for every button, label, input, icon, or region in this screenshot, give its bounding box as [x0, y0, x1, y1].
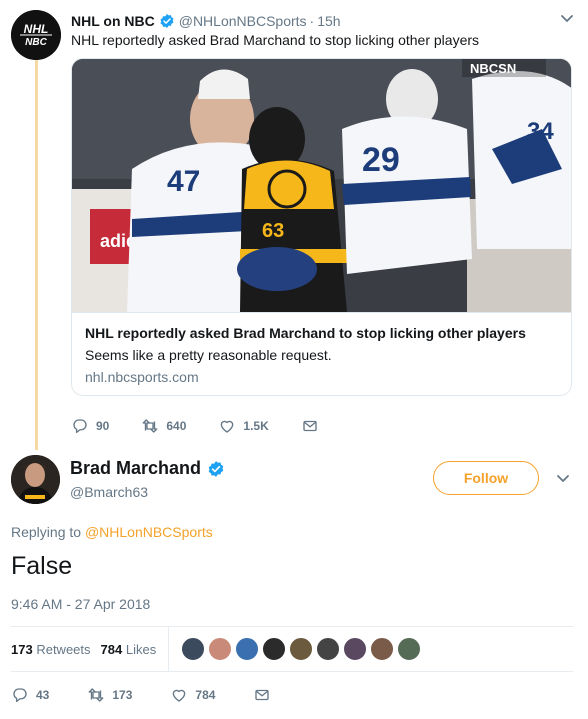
retweets-stat-count: 173	[11, 641, 33, 657]
nhl-on-nbc-avatar[interactable]: NHL NBC	[11, 10, 61, 60]
separator-dot: ·	[309, 13, 315, 29]
retweet-button[interactable]: 640	[141, 417, 186, 435]
liker-avatar[interactable]	[316, 637, 341, 661]
main-tweet-timestamp[interactable]: 9:46 AM - 27 Apr 2018	[11, 596, 150, 612]
card-title[interactable]: NHL reportedly asked Brad Marchand to st…	[85, 325, 560, 341]
chevron-down-icon[interactable]	[556, 474, 570, 484]
liker-avatar[interactable]	[397, 637, 422, 661]
brad-marchand-avatar[interactable]	[11, 455, 60, 504]
retweet-count: 173	[112, 688, 133, 702]
likes-stat-label: Likes	[125, 641, 157, 657]
verified-badge-icon	[208, 460, 224, 477]
likes-stat-count: 784	[100, 641, 123, 657]
liker-avatar[interactable]	[181, 637, 206, 661]
card-body[interactable]: NHL reportedly asked Brad Marchand to st…	[72, 312, 571, 395]
direct-message-button[interactable]	[253, 686, 278, 704]
avatar-logo-text: NHL	[24, 22, 49, 36]
parent-author-name[interactable]: NHL on NBC	[71, 13, 155, 29]
replying-to-line: Replying to @NHLonNBCSports	[11, 524, 213, 540]
card-domain: nhl.nbcsports.com	[85, 369, 199, 385]
reply-button[interactable]: 90	[71, 417, 109, 435]
liker-avatar[interactable]	[370, 637, 395, 661]
retweet-icon	[88, 688, 104, 702]
like-icon	[173, 689, 186, 702]
jersey-number-47: 47	[167, 165, 200, 198]
reply-button[interactable]: 43	[11, 686, 49, 704]
nbcsn-watermark: NBCSN	[470, 61, 516, 76]
retweets-stat[interactable]: 173 Retweets	[11, 642, 91, 657]
thread-connector-line	[35, 56, 38, 450]
parent-tweet-header: NHL on NBC @NHLonNBCSports · 15h	[71, 12, 341, 30]
liker-avatar[interactable]	[235, 637, 260, 661]
like-count: 784	[195, 688, 216, 702]
like-button[interactable]: 1.5K	[218, 417, 269, 435]
card-image: adidas 47 63 29 34 NBCSN	[72, 59, 571, 312]
like-icon	[221, 420, 234, 433]
message-icon	[303, 420, 317, 432]
liker-avatars	[181, 637, 424, 661]
like-button[interactable]: 784	[170, 686, 215, 704]
main-author-name[interactable]: Brad Marchand	[70, 458, 201, 479]
reply-icon	[13, 688, 27, 703]
retweet-icon	[142, 419, 158, 433]
main-author-name-row: Brad Marchand	[70, 458, 229, 479]
parent-tweet-actions: 90 640 1.5K	[71, 415, 358, 437]
stats-divider	[168, 627, 170, 671]
parent-tweet-time[interactable]: 15h	[317, 13, 340, 29]
jersey-number-63: 63	[262, 220, 284, 242]
main-tweet-text: False	[11, 552, 73, 580]
parent-author-handle[interactable]: @NHLonNBCSports	[179, 13, 307, 29]
replying-to-prefix: Replying to	[11, 524, 82, 540]
chevron-down-icon[interactable]	[560, 14, 574, 24]
svg-text:NBC: NBC	[25, 37, 47, 48]
message-icon	[255, 689, 270, 701]
liker-avatar[interactable]	[208, 637, 233, 661]
likes-stat[interactable]: 784 Likes	[101, 642, 157, 657]
retweets-stat-label: Retweets	[36, 641, 91, 657]
retweet-button[interactable]: 173	[87, 686, 132, 704]
divider	[11, 671, 573, 672]
reply-count: 90	[96, 419, 110, 433]
retweet-count: 640	[166, 419, 187, 433]
liker-avatar[interactable]	[262, 637, 287, 661]
reply-count: 43	[36, 688, 50, 702]
parent-tweet[interactable]: NHL NBC NHL on NBC @NHLonNBCSports · 15h…	[0, 0, 588, 450]
jersey-number-29: 29	[362, 141, 400, 179]
like-count: 1.5K	[243, 419, 269, 433]
card-description: Seems like a pretty reasonable request.	[85, 347, 332, 363]
reply-icon	[73, 419, 87, 434]
replying-to-mention[interactable]: @NHLonNBCSports	[85, 524, 213, 540]
link-preview-card[interactable]: adidas 47 63 29 34 NBCSN NHL reportedly …	[71, 58, 572, 396]
parent-tweet-text: NHL reportedly asked Brad Marchand to st…	[71, 32, 480, 48]
jersey-number-34: 34	[527, 118, 554, 145]
liker-avatar[interactable]	[343, 637, 368, 661]
verified-badge-icon	[160, 14, 174, 28]
tweet-stats: 173 Retweets 784 Likes	[11, 627, 573, 671]
liker-avatar[interactable]	[289, 637, 314, 661]
direct-message-button[interactable]	[301, 417, 326, 435]
follow-button[interactable]: Follow	[433, 461, 539, 495]
main-tweet-actions: 43 173 784	[11, 684, 316, 706]
main-author-handle[interactable]: @Bmarch63	[70, 484, 148, 500]
